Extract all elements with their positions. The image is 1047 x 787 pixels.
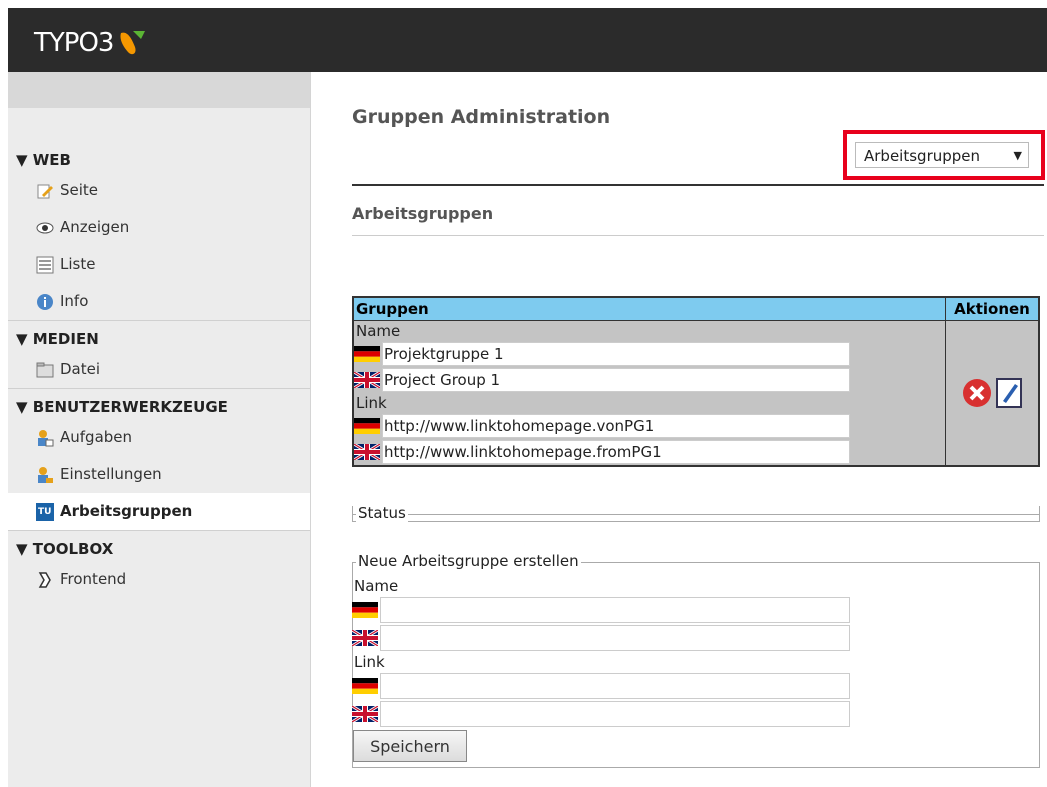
frontend-icon (38, 571, 51, 588)
new-link-row-de (352, 672, 850, 700)
sidebar-item-label: Anzeigen (60, 218, 130, 236)
sidebar-item-liste[interactable]: Liste (8, 246, 310, 283)
svg-text:TU: TU (38, 507, 51, 517)
page-edit-icon (37, 184, 53, 198)
info-icon (37, 293, 53, 310)
sidebar-item-label: Seite (60, 181, 99, 199)
new-name-de-input[interactable] (380, 597, 850, 623)
new-name-label: Name (354, 577, 399, 595)
divider (352, 235, 1044, 236)
section-web[interactable]: ▼ WEB (8, 148, 310, 172)
uk-flag-icon (352, 630, 378, 646)
edit-icon[interactable] (996, 378, 1022, 408)
chevron-down-icon: ▼ (1013, 149, 1022, 162)
highlight-box: Arbeitsgruppen ▼ (843, 130, 1045, 180)
sidebar-item-datei[interactable]: Datei (8, 351, 310, 388)
sidebar-item-seite[interactable]: Seite (8, 172, 310, 209)
table-row: Name Projektgruppe 1 Project Group 1 Lin… (354, 321, 1038, 465)
typo3-logo[interactable]: TYPO3 (34, 28, 147, 58)
new-link-de-input[interactable] (380, 673, 850, 699)
link-row-de: http://www.linktohomepage.vonPG1 (354, 413, 945, 439)
new-link-label: Link (354, 653, 385, 671)
column-header-actions: Aktionen (954, 300, 1030, 318)
uk-flag-icon (354, 444, 380, 460)
sidebar-item-label: Aufgaben (60, 428, 133, 446)
tu-wien-icon: TU (36, 502, 54, 521)
user-tasks-icon (38, 429, 54, 446)
top-bar: TYPO3 (8, 8, 1047, 72)
status-fieldset (352, 506, 1040, 522)
section-medien[interactable]: ▼ MEDIEN (8, 327, 310, 351)
sidebar-item-aufgaben[interactable]: Aufgaben (8, 419, 310, 456)
sidebar-header (8, 72, 310, 108)
page-title: Gruppen Administration (352, 106, 611, 128)
sidebar-item-einstellungen[interactable]: Einstellungen (8, 456, 310, 493)
group-details: Name Projektgruppe 1 Project Group 1 Lin… (354, 321, 946, 465)
uk-flag-icon (354, 372, 380, 388)
sidebar-item-anzeigen[interactable]: Anzeigen (8, 209, 310, 246)
sidebar-item-label: Info (60, 292, 89, 310)
column-header-groups: Gruppen (354, 298, 946, 320)
link-label: Link (356, 394, 387, 412)
new-group-form: Name Link Speichern (352, 576, 850, 762)
logo-text: TYPO3 (34, 28, 114, 58)
group-name-en: Project Group 1 (382, 368, 850, 392)
sidebar-item-label: Frontend (60, 570, 127, 588)
sidebar-item-arbeitsgruppen[interactable]: TU Arbeitsgruppen (8, 493, 310, 530)
status-legend: Status (356, 504, 408, 522)
main-content: Gruppen Administration Arbeitsgruppen ▼ … (318, 72, 1047, 787)
sidebar-item-label: Liste (60, 255, 96, 273)
divider (352, 184, 1044, 186)
groups-table: Gruppen Aktionen Name Projektgruppe 1 Pr… (352, 296, 1040, 467)
name-row-en: Project Group 1 (354, 367, 945, 393)
typo3-logo-icon (120, 31, 146, 55)
sidebar-item-label: Datei (60, 360, 101, 378)
german-flag-icon (352, 678, 378, 694)
delete-icon[interactable] (962, 378, 992, 408)
eye-icon (36, 222, 54, 233)
new-name-row-en (352, 624, 850, 652)
select-value: Arbeitsgruppen (864, 147, 981, 165)
link-row-en: http://www.linktohomepage.fromPG1 (354, 439, 945, 465)
module-sidebar: ▼ WEB Seite Anzeigen Liste Info ▼ MEDIEN… (8, 72, 311, 787)
sidebar-item-label: Arbeitsgruppen (60, 502, 193, 520)
uk-flag-icon (352, 706, 378, 722)
name-label: Name (356, 322, 401, 340)
german-flag-icon (354, 418, 380, 434)
table-header: Gruppen Aktionen (354, 298, 1038, 321)
actions-cell (946, 321, 1038, 465)
sidebar-item-frontend[interactable]: Frontend (8, 561, 310, 598)
folder-icon (36, 362, 54, 377)
new-link-row-en (352, 700, 850, 728)
new-name-row-de (352, 596, 850, 624)
section-benutzerwerkzeuge[interactable]: ▼ BENUTZERWERKZEUGE (8, 395, 310, 419)
german-flag-icon (352, 602, 378, 618)
save-button[interactable]: Speichern (353, 730, 467, 762)
new-link-en-input[interactable] (380, 701, 850, 727)
sidebar-item-label: Einstellungen (60, 465, 162, 483)
sidebar-item-info[interactable]: Info (8, 283, 310, 320)
section-toolbox[interactable]: ▼ TOOLBOX (8, 537, 310, 561)
new-group-legend: Neue Arbeitsgruppe erstellen (356, 552, 581, 570)
list-icon (36, 256, 54, 273)
new-name-en-input[interactable] (380, 625, 850, 651)
name-row-de: Projektgruppe 1 (354, 341, 945, 367)
user-settings-icon (38, 466, 53, 483)
group-name-de: Projektgruppe 1 (382, 342, 850, 366)
section-subtitle: Arbeitsgruppen (352, 204, 494, 223)
group-link-en[interactable]: http://www.linktohomepage.fromPG1 (382, 440, 850, 464)
group-link-de[interactable]: http://www.linktohomepage.vonPG1 (382, 414, 850, 438)
german-flag-icon (354, 346, 380, 362)
function-menu-select[interactable]: Arbeitsgruppen ▼ (855, 142, 1029, 168)
